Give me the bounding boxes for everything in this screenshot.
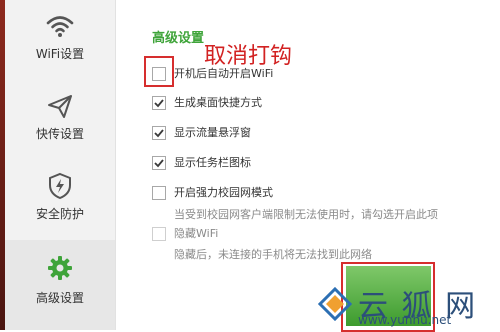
checkbox[interactable] (152, 96, 166, 110)
checkbox[interactable] (152, 227, 166, 241)
option-label: 开启强力校园网模式 (174, 186, 273, 199)
annotation-box (144, 56, 174, 87)
sidebar-item-label: 安全防护 (35, 207, 84, 221)
sidebar-item-quick-transfer[interactable]: 快传设置 (5, 80, 115, 155)
option-label: 开机后自动开启WiFi (174, 67, 274, 80)
sidebar-item-wifi[interactable]: WiFi设置 (5, 0, 115, 75)
wifi-icon (46, 16, 74, 37)
option-label: 隐藏WiFi (174, 227, 219, 240)
checkbox[interactable] (152, 156, 166, 170)
sidebar-item-label: WiFi设置 (35, 47, 85, 61)
section-title: 高级设置 (152, 31, 205, 46)
sidebar-item-security[interactable]: 安全防护 (5, 160, 115, 235)
paper-plane-icon (48, 95, 72, 118)
gear-icon (48, 256, 72, 280)
sidebar-item-label: 高级设置 (35, 291, 84, 305)
checkmark-icon (154, 99, 164, 108)
shield-icon (49, 172, 71, 200)
option-description: 当受到校园网客户端限制无法使用时，请勾选开启此项 (174, 208, 438, 221)
option-label: 显示流量悬浮窗 (174, 126, 251, 139)
checkmark-icon (154, 159, 164, 168)
watermark: 云 狐 网 www.yunhu.net (318, 283, 498, 330)
watermark-logo (318, 287, 352, 321)
sidebar-item-label: 快传设置 (35, 127, 84, 141)
checkbox[interactable] (152, 186, 166, 200)
sidebar-item-advanced[interactable]: 高级设置 (5, 240, 115, 330)
sidebar-nav: WiFi设置 快传设置 安全防护 高级设置 (5, 0, 116, 330)
watermark-url: www.yunhu.net (358, 313, 452, 327)
checkbox[interactable] (152, 126, 166, 140)
option-description: 隐藏后，未连接的手机将无法找到此网络 (174, 248, 372, 261)
checkmark-icon (154, 129, 164, 138)
option-label: 生成桌面快捷方式 (174, 96, 262, 109)
option-label: 显示任务栏图标 (174, 156, 251, 169)
